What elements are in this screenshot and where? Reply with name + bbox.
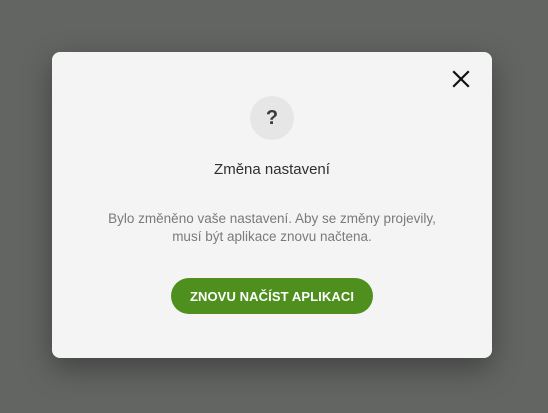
dialog-message-line-2: musí být aplikace znovu načtena.: [172, 229, 372, 244]
dialog-message-line-1: Bylo změněno vaše nastavení. Aby se změn…: [108, 211, 436, 226]
settings-changed-dialog: ? Změna nastavení Bylo změněno vaše nast…: [52, 52, 492, 358]
question-mark-glyph: ?: [265, 106, 279, 129]
close-button[interactable]: [448, 66, 474, 92]
reload-app-button[interactable]: ZNOVU NAČÍST APLIKACI: [171, 278, 373, 314]
dialog-title: Změna nastavení: [214, 161, 330, 178]
close-icon: [452, 70, 470, 88]
dialog-message: Bylo změněno vaše nastavení. Aby se změn…: [82, 210, 462, 246]
question-mark-icon: ?: [250, 96, 294, 140]
